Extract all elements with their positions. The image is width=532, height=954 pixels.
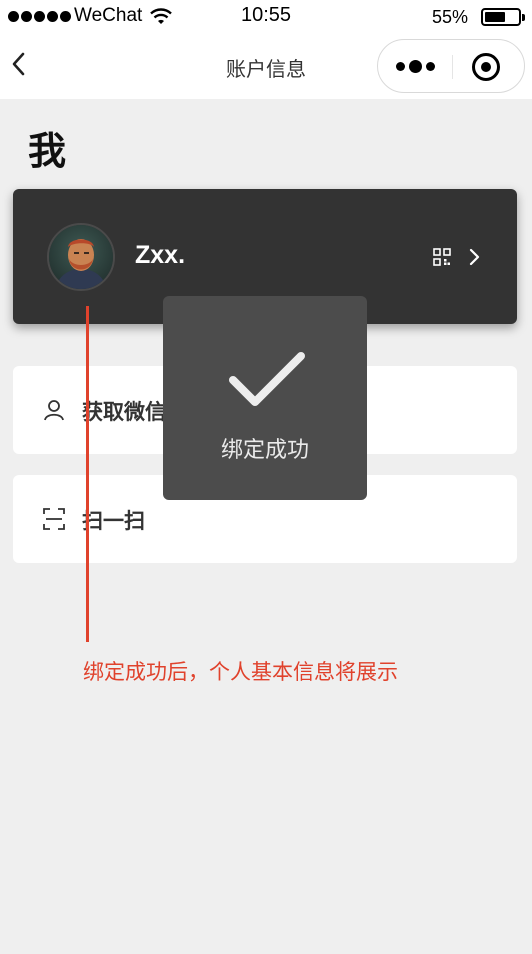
scan-icon: [43, 508, 65, 530]
more-dots-icon[interactable]: [396, 60, 435, 73]
toast-message: 绑定成功: [220, 438, 309, 463]
avatar: [47, 223, 115, 291]
success-toast: 绑定成功: [163, 296, 367, 500]
menu-item-label: 获取微信: [82, 400, 166, 424]
checkmark-icon: [229, 352, 305, 406]
annotation-line: [86, 306, 89, 642]
user-icon: [44, 400, 64, 421]
capsule-divider: [452, 55, 453, 79]
qr-code-icon[interactable]: [433, 248, 451, 266]
page-heading: 我: [28, 129, 67, 173]
battery-percentage: 55%: [432, 7, 469, 27]
battery-icon: [481, 8, 525, 26]
annotation-text: 绑定成功后，个人基本信息将展示: [83, 660, 398, 684]
top-bar: WeChat 10:55 55% 账户信息: [0, 0, 532, 99]
username: Zxx.: [135, 241, 186, 269]
chevron-right-icon[interactable]: [467, 247, 481, 267]
target-circle-icon[interactable]: [472, 53, 500, 81]
status-bar: WeChat 10:55 55%: [0, 0, 532, 34]
menu-item-label: 扫一扫: [82, 509, 145, 533]
mini-program-capsule: [377, 39, 525, 93]
